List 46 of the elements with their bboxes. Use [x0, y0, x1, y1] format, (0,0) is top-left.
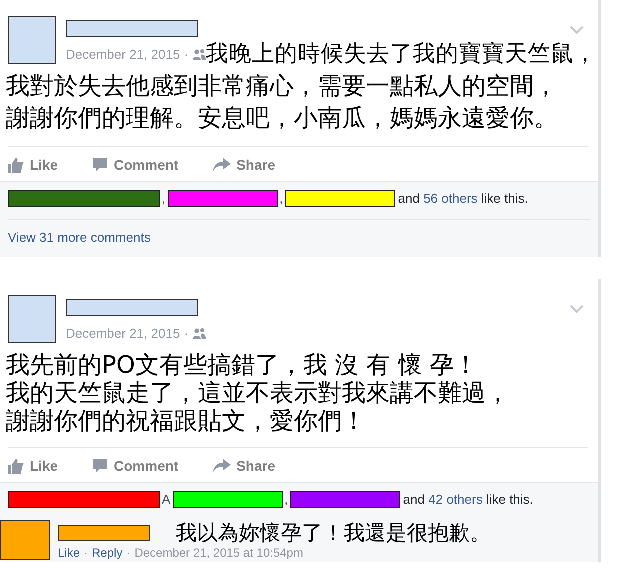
chevron-down-icon[interactable]	[570, 305, 584, 314]
chevron-down-icon[interactable]	[570, 26, 584, 35]
likes-suffix-text: like this.	[486, 492, 534, 507]
like-button[interactable]: Like	[8, 157, 58, 173]
reply-link[interactable]: Reply	[92, 546, 123, 560]
liker-separator: ,	[284, 492, 288, 507]
separator-dot: ·	[184, 326, 189, 341]
friends-icon	[192, 49, 206, 60]
liker-separator: ,	[162, 191, 166, 206]
caption-line: 謝謝你們的祝福跟貼文，愛你們！	[6, 407, 366, 435]
separator-dot: ·	[184, 47, 189, 62]
view-more-comments-link[interactable]: View 31 more comments	[8, 230, 151, 245]
caption-line: 我晚上的時候失去了我的寶寶天竺鼠，	[206, 40, 597, 69]
caption-line: 我的天竺鼠走了，這並不表示對我來講不難過，	[6, 379, 510, 407]
speech-bubble-icon	[92, 157, 108, 173]
caption-line: 我先前的PO文有些搞錯了，我 沒 有 懷 孕！	[6, 351, 478, 379]
post-date[interactable]: December 21, 2015	[66, 326, 180, 341]
likes-and-text: and	[398, 191, 420, 206]
comment-button[interactable]: Comment	[92, 458, 179, 474]
share-arrow-icon	[212, 459, 231, 473]
avatar-placeholder	[8, 16, 56, 64]
likes-and-text: and	[403, 492, 425, 507]
share-button[interactable]: Share	[212, 157, 276, 173]
liker-separator: ,	[280, 191, 284, 206]
likes-suffix-text: like this.	[481, 191, 528, 206]
like-link[interactable]: Like	[58, 546, 80, 560]
caption-line: 謝謝你們的理解。安息吧，小南瓜，媽媽永遠愛你。	[6, 103, 558, 134]
thumbs-up-icon	[8, 158, 24, 172]
separator-dot: ·	[84, 546, 88, 560]
others-link[interactable]: 42 others	[428, 492, 483, 507]
caption-line: 我對於失去他感到非常痛心，需要一點私人的空間，	[6, 71, 558, 102]
avatar-placeholder	[0, 520, 50, 560]
share-button[interactable]: Share	[212, 458, 276, 474]
avatar-placeholder	[8, 295, 56, 343]
comment-button[interactable]: Comment	[92, 157, 179, 173]
comment-time: December 21, 2015 at 10:54pm	[134, 546, 304, 560]
separator-dot: ·	[126, 546, 131, 560]
post-date[interactable]: December 21, 2015	[66, 47, 180, 62]
liker-separator: A	[162, 492, 171, 507]
comment-text: 我以為妳懷孕了！我還是很抱歉。	[176, 520, 491, 546]
like-button[interactable]: Like	[8, 458, 58, 474]
share-arrow-icon	[212, 158, 231, 172]
thumbs-up-icon	[8, 458, 24, 474]
friends-icon	[192, 328, 206, 339]
others-link[interactable]: 56 others	[424, 191, 478, 206]
speech-bubble-icon	[92, 458, 108, 474]
